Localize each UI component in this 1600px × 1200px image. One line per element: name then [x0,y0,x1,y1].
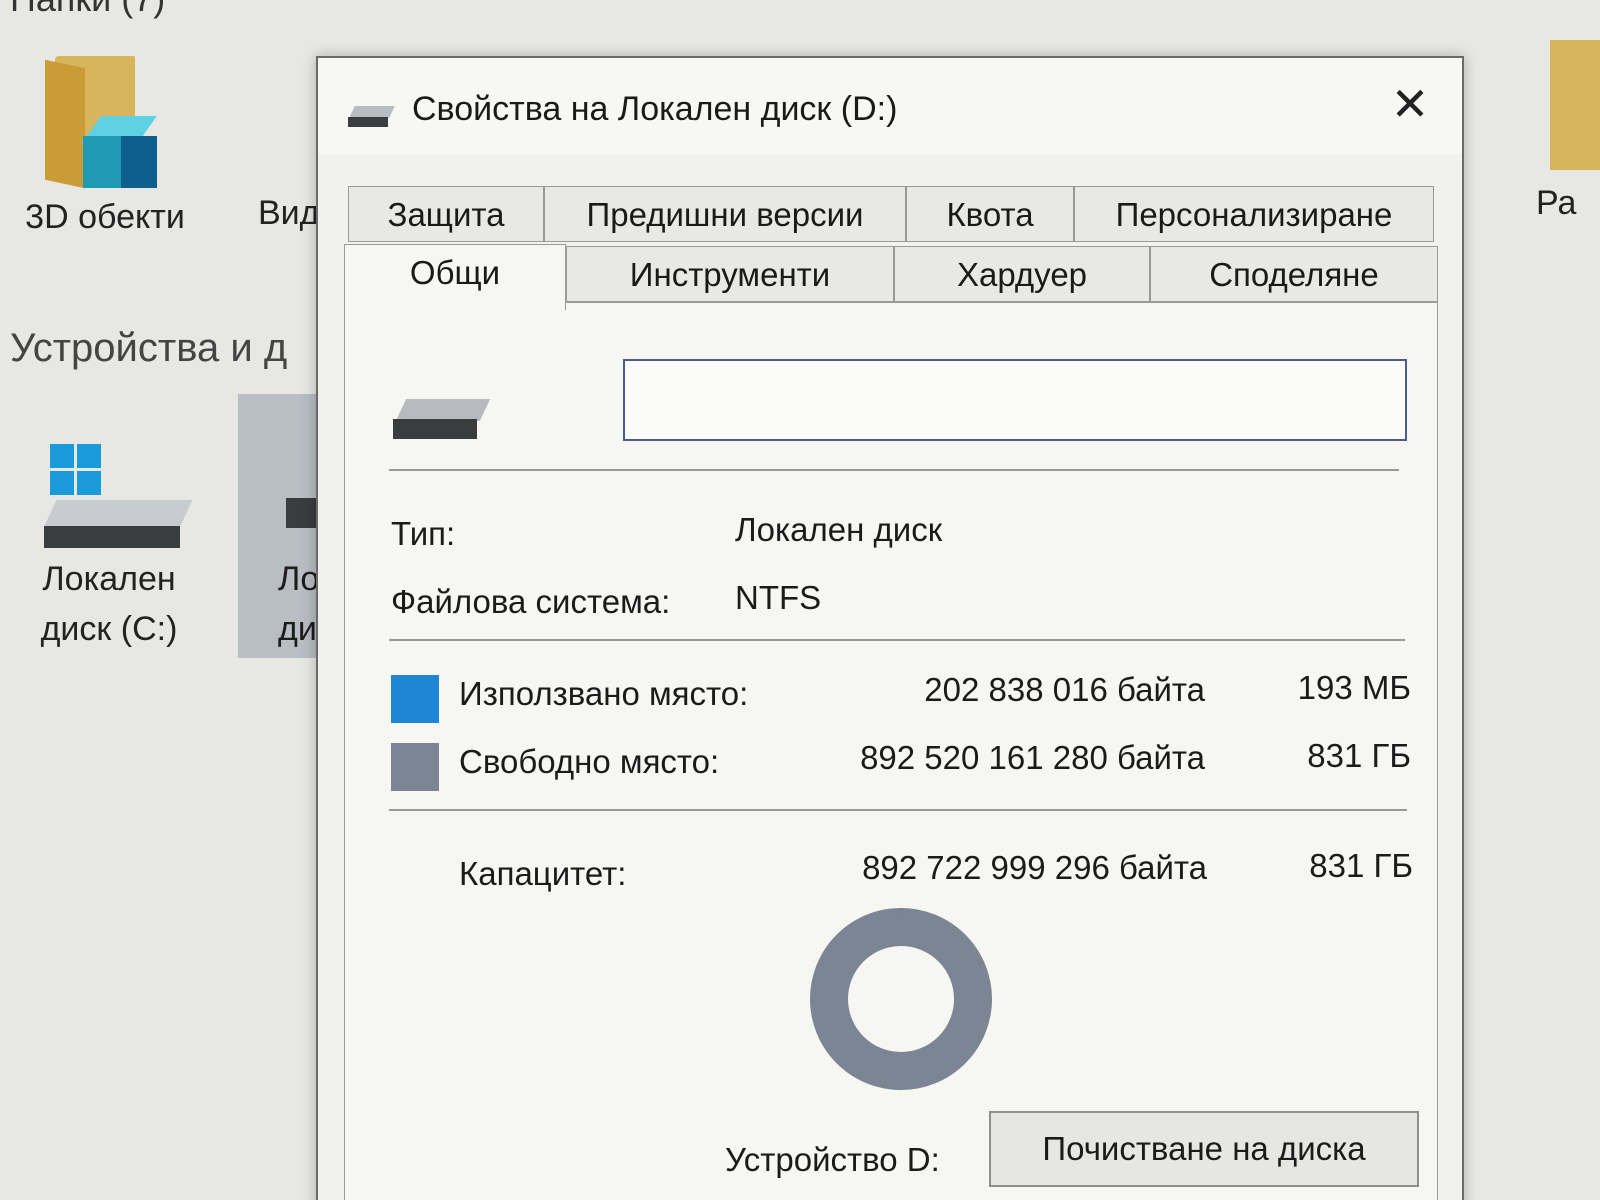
tab-strip: Защита Предишни версии Квота Персонализи… [344,186,1438,310]
folder-video-partial[interactable]: Вид [258,194,318,233]
drive-c-label-1: Локален [42,560,176,598]
tab-customize[interactable]: Персонализиране [1074,186,1434,242]
folder-3d-icon [45,56,165,189]
type-value: Локален диск [735,511,943,548]
disk-cleanup-button[interactable]: Почистване на диска [989,1111,1419,1187]
folder-partial-label[interactable]: Ра [1536,184,1576,223]
donut-free-segment [810,908,992,1090]
separator [389,639,1405,641]
tab-sharing[interactable]: Споделяне [1150,246,1438,302]
devices-heading: Устройства и д [10,326,288,370]
drive-d-label-1: Ло [278,560,320,598]
tab-general[interactable]: Общи [344,244,566,310]
used-space-label: Използвано място: [459,675,749,712]
tab-tools[interactable]: Инструменти [566,246,894,302]
tab-previous-versions[interactable]: Предишни версии [544,186,906,242]
disk-usage-donut-chart [810,908,992,1090]
folder-icon [1550,40,1600,170]
file-system-value: NTFS [735,579,822,616]
drive-icon [393,399,491,445]
capacity-label: Капацитет: [459,855,627,892]
windows-logo-icon [50,444,102,496]
tab-quota[interactable]: Квота [906,186,1074,242]
drive-c[interactable]: Локален диск (C:) [14,444,204,654]
drive-properties-dialog: Свойства на Локален диск (D:) ✕ Защита П… [316,56,1464,1200]
used-space-size: 193 МБ [1297,669,1411,706]
drive-d-label-2: ди [278,610,317,648]
drive-d-selected[interactable]: Ло ди [238,394,328,658]
capacity-bytes: 892 722 999 296 байта [862,849,1207,886]
folder-3d-objects[interactable]: 3D обекти [10,56,200,237]
used-space-bytes: 202 838 016 байта [924,671,1205,708]
drive-c-label-2: диск (C:) [40,610,178,648]
title-bar[interactable]: Свойства на Локален диск (D:) ✕ [318,58,1462,154]
separator [389,809,1407,811]
free-space-size: 831 ГБ [1307,737,1411,774]
file-system-label: Файлова система: [391,583,671,620]
capacity-size: 831 ГБ [1309,847,1413,884]
folders-heading: Папки (7) [10,0,165,20]
tab-security[interactable]: Защита [348,186,544,242]
folder-video-label: Вид [258,194,318,232]
hard-drive-icon [43,500,193,556]
drive-letter-label: Устройство D: [725,1141,940,1178]
general-tab-panel: Тип: Локален диск Файлова система: NTFS … [344,302,1438,1200]
free-space-bytes: 892 520 161 280 байта [860,739,1205,776]
tab-hardware[interactable]: Хардуер [894,246,1150,302]
close-button[interactable]: ✕ [1382,76,1438,132]
dialog-title: Свойства на Локален диск (D:) [412,90,898,128]
volume-name-input[interactable] [623,359,1407,441]
drive-icon [348,106,395,130]
separator [389,469,1399,471]
folder-3d-label: 3D обекти [25,198,185,236]
free-space-label: Свободно място: [459,743,720,780]
type-label: Тип: [391,515,456,552]
free-space-color-swatch [391,743,439,791]
used-space-color-swatch [391,675,439,723]
